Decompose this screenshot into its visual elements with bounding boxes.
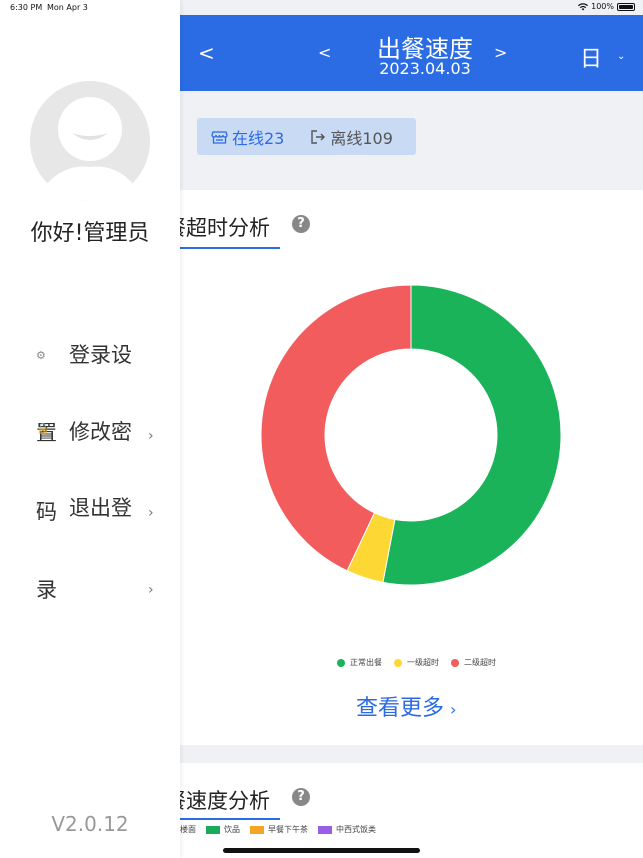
menu-change-password[interactable]: 修改密: [69, 416, 132, 446]
store-status-chip: 在线23 离线109: [197, 118, 416, 155]
user-avatar-icon: [40, 97, 140, 201]
menu-logout[interactable]: 退出登: [69, 492, 132, 522]
chart-legend: 正常出餐 一级超时 二级超时: [337, 657, 508, 668]
battery-percent: 100%: [591, 2, 614, 11]
status-time: 6:30 PM: [10, 3, 43, 12]
online-count[interactable]: 在线23: [211, 125, 284, 149]
greeting-text: 你好!管理员: [30, 221, 150, 246]
menu-login-settings[interactable]: 登录设: [69, 339, 132, 369]
chevron-right-icon: ›: [148, 505, 154, 521]
app-version: V2.0.12: [51, 812, 129, 836]
online-label: 在线23: [232, 128, 285, 148]
help-icon[interactable]: ?: [292, 788, 310, 806]
header-bar: < < 出餐速度 2023.04.03 > 日 ⌄: [180, 15, 643, 91]
legend-swatch: [206, 825, 220, 834]
legend-item[interactable]: 饮品: [206, 824, 240, 835]
period-selector[interactable]: 日: [580, 41, 602, 73]
legend-swatch: [250, 825, 264, 834]
timeout-donut-chart: [260, 284, 562, 586]
legend-label: 中西式饭类: [336, 825, 376, 834]
legend-item[interactable]: 早餐下午茶: [250, 824, 308, 835]
section-underline: [180, 818, 280, 820]
legend-label: 二级超时: [464, 658, 496, 667]
status-date: Mon Apr 3: [47, 3, 88, 12]
prev-date-button[interactable]: <: [318, 43, 331, 62]
legend-label: 正常出餐: [350, 658, 382, 667]
section-title-speed: 餐速度分析: [180, 789, 270, 813]
exit-icon: ⎋: [36, 501, 45, 514]
menu-logout-wrap[interactable]: 录: [36, 574, 57, 604]
legend-label: 饮品: [224, 825, 240, 834]
view-more-link[interactable]: 查看更多 ›: [356, 690, 456, 722]
legend-item[interactable]: 正常出餐: [337, 657, 382, 668]
offline-count[interactable]: 离线109: [310, 125, 393, 149]
chevron-right-icon: ›: [450, 700, 457, 719]
legend-dot: [451, 658, 459, 667]
home-indicator: [223, 848, 420, 853]
status-right: 100%: [578, 2, 635, 11]
legend-label: 楼面: [180, 825, 196, 834]
section-underline: [180, 247, 280, 249]
legend-dot: [394, 658, 402, 667]
main-content: < < 出餐速度 2023.04.03 > 日 ⌄ 在线23 离线109 餐超时…: [180, 0, 643, 858]
avatar[interactable]: [30, 81, 150, 201]
legend-item[interactable]: 中西式饭类: [318, 824, 376, 835]
timeout-analysis-card: 餐超时分析 ? 正常出餐 一级超时 二级超时 查看更多 ›: [180, 190, 643, 745]
help-icon[interactable]: ?: [292, 215, 310, 233]
legend-label: 一级超时: [407, 658, 439, 667]
gear-icon: ⚙: [36, 349, 46, 362]
speed-analysis-card: 餐速度分析 ? 楼面 饮品 早餐下午茶 中西式饭类: [180, 763, 643, 858]
legend-dot: [337, 658, 345, 667]
legend-item[interactable]: 一级超时: [394, 657, 439, 668]
battery-icon: [617, 2, 635, 11]
view-more-label: 查看更多: [356, 696, 445, 721]
offline-label: 离线109: [330, 128, 393, 148]
current-date: 2023.04.03: [379, 59, 471, 78]
status-bar: 6:30 PM Mon Apr 3 100%: [0, 0, 643, 15]
lock-icon: 🔒: [36, 422, 50, 435]
chevron-right-icon: ›: [148, 582, 154, 598]
logout-icon: [311, 129, 326, 144]
legend-label: 早餐下午茶: [268, 825, 308, 834]
wifi-icon: [578, 2, 589, 10]
chevron-right-icon: ›: [148, 428, 154, 444]
sidebar: 你好!管理员 ⚙ 登录设 置 🔒 修改密 › 码 ⎋ 退出登 › 录 › V2.…: [0, 0, 180, 858]
legend-item[interactable]: 楼面: [180, 824, 196, 835]
chevron-down-icon[interactable]: ⌄: [617, 51, 625, 62]
back-button[interactable]: <: [198, 41, 215, 65]
speed-legend: 楼面 饮品 早餐下午茶 中西式饭类: [180, 824, 386, 835]
store-icon: [211, 130, 228, 144]
next-date-button[interactable]: >: [494, 43, 507, 62]
legend-swatch: [318, 825, 332, 834]
legend-item[interactable]: 二级超时: [451, 657, 496, 668]
section-title-timeout: 餐超时分析: [180, 216, 270, 240]
